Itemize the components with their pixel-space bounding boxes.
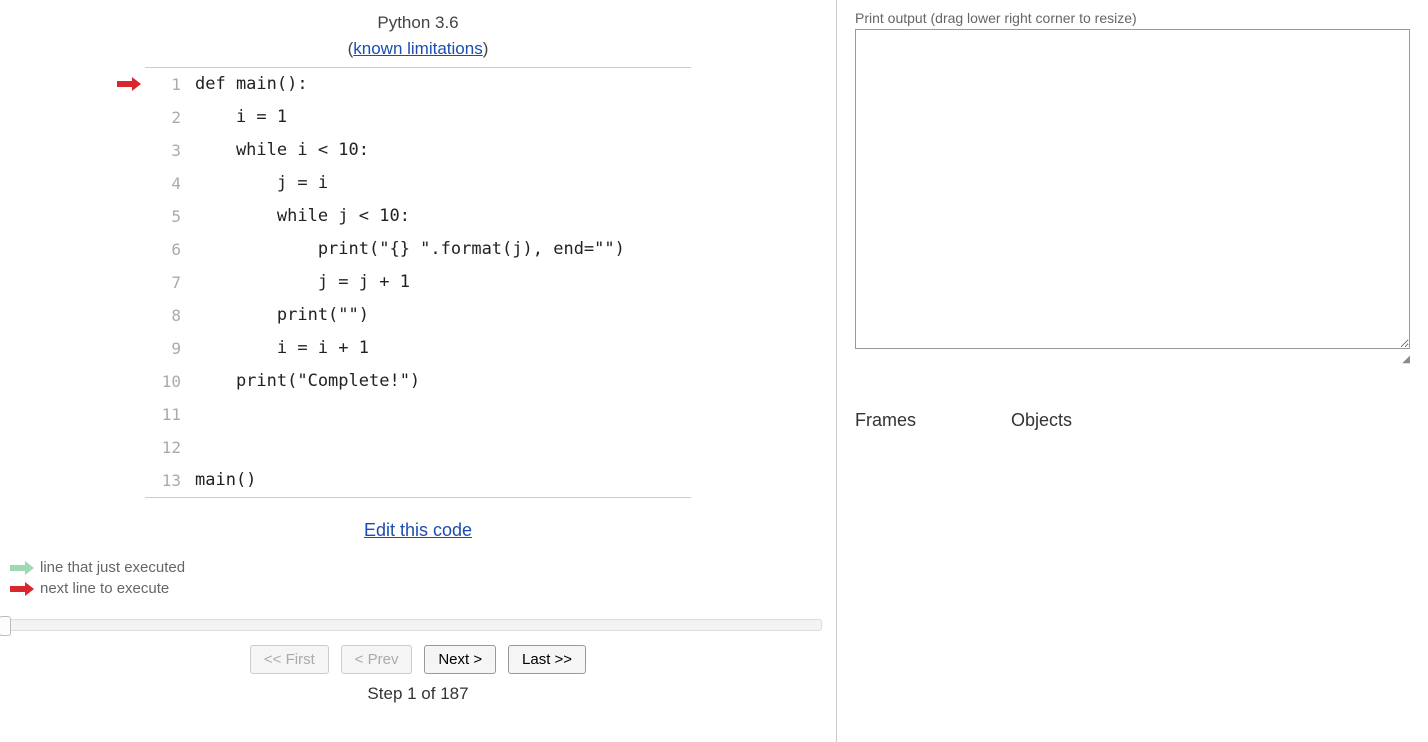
line-number: 7 [145,266,195,299]
next-button[interactable]: Next > [424,645,496,674]
line-number: 12 [145,431,195,464]
line-number: 1 [145,68,195,101]
code-line: 12 [145,431,691,464]
first-button[interactable]: << First [250,645,329,674]
slider-thumb[interactable] [0,616,11,636]
arrow-legend: line that just executed next line to exe… [10,559,836,597]
line-number: 8 [145,299,195,332]
objects-header: Objects [1011,410,1072,431]
code-panel: Python 3.6 (known limitations) 1def main… [0,0,837,742]
output-label: Print output (drag lower right corner to… [855,10,1410,26]
line-number: 6 [145,233,195,266]
current-line-arrow-icon [115,77,143,91]
code-text: j = i [195,167,328,200]
step-indicator: Step 1 of 187 [0,684,836,704]
legend-executed-label: line that just executed [40,559,185,576]
line-number: 9 [145,332,195,365]
code-text: def main(): [195,68,308,101]
code-text: print("") [195,299,369,332]
code-text: i = i + 1 [195,332,369,365]
line-number: 13 [145,464,195,497]
resize-grip-icon: ◢ [1402,354,1410,365]
code-line: 3 while i < 10: [145,134,691,167]
code-text: while i < 10: [195,134,369,167]
code-line: 9 i = i + 1 [145,332,691,365]
code-line: 4 j = i [145,167,691,200]
next-arrow-icon [10,582,34,596]
code-line: 5 while j < 10: [145,200,691,233]
code-line: 13main() [145,464,691,497]
edit-code-link[interactable]: Edit this code [364,520,472,540]
step-slider[interactable] [0,619,822,631]
line-number: 10 [145,365,195,398]
line-number: 4 [145,167,195,200]
code-line: 8 print("") [145,299,691,332]
language-label: Python 3.6 [377,13,458,32]
code-line: 10 print("Complete!") [145,365,691,398]
last-button[interactable]: Last >> [508,645,586,674]
executed-arrow-icon [10,561,34,575]
code-text: print("Complete!") [195,365,420,398]
code-line: 6 print("{} ".format(j), end="") [145,233,691,266]
prev-button[interactable]: < Prev [341,645,413,674]
visualization-panel: Print output (drag lower right corner to… [837,0,1428,742]
line-number: 2 [145,101,195,134]
code-text: print("{} ".format(j), end="") [195,233,625,266]
code-line: 11 [145,398,691,431]
line-number: 3 [145,134,195,167]
code-line: 7 j = j + 1 [145,266,691,299]
code-text: while j < 10: [195,200,410,233]
step-controls: << First < Prev Next > Last >> [0,645,836,674]
code-line: 2 i = 1 [145,101,691,134]
line-number: 11 [145,398,195,431]
code-text: main() [195,464,256,497]
print-output-box[interactable] [855,29,1410,349]
code-line: 1def main(): [145,68,691,101]
language-header: Python 3.6 (known limitations) [0,10,836,61]
code-text: i = 1 [195,101,287,134]
legend-next-label: next line to execute [40,580,169,597]
code-text: j = j + 1 [195,266,410,299]
known-limitations-link[interactable]: known limitations [353,39,482,58]
frames-header: Frames [855,410,916,431]
code-listing: 1def main():2 i = 13 while i < 10:4 j = … [145,67,691,498]
line-number: 5 [145,200,195,233]
